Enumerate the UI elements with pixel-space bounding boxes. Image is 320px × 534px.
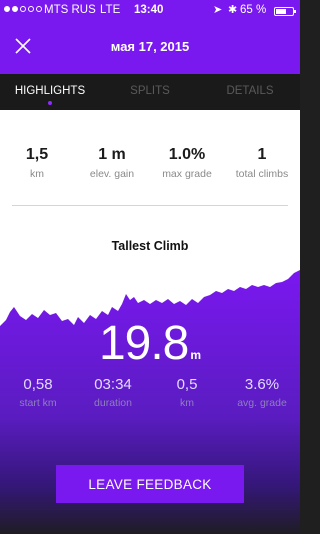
- climb-stat-distance: 0,5 km: [147, 376, 227, 409]
- battery-icon: [274, 7, 296, 16]
- signal-strength-icon: [4, 6, 42, 12]
- highlights-panel: 1,5 km 1 m elev. gain 1.0% max grade 1 t…: [0, 110, 300, 534]
- climb-stat-start: 0,58 start km: [0, 376, 78, 409]
- climb-stat-value: 03:34: [94, 376, 132, 393]
- leave-feedback-button[interactable]: LEAVE FEEDBACK: [56, 465, 244, 503]
- nav-bar: мая 17, 2015: [0, 22, 300, 74]
- tab-label: SPLITS: [130, 85, 170, 97]
- stat-elevation-gain: 1 m elev. gain: [72, 146, 152, 180]
- divider: [12, 205, 288, 206]
- active-tab-indicator: [48, 101, 52, 105]
- climb-stat-value: 3.6%: [244, 376, 280, 393]
- stat-value: 1.0%: [168, 146, 206, 163]
- stat-value: 1 m: [98, 146, 126, 163]
- elevation-unit: m: [190, 348, 202, 362]
- stat-label: total climbs: [235, 168, 289, 180]
- bluetooth-icon: ✱: [228, 4, 238, 16]
- section-title: Tallest Climb: [111, 239, 189, 253]
- climb-stat-label: start km: [19, 397, 57, 409]
- stat-distance: 1,5 km: [0, 146, 77, 180]
- signal-dot: [28, 6, 34, 12]
- carrier-name: MTS RUS: [44, 4, 96, 16]
- climb-stat-label: duration: [94, 397, 132, 409]
- location-arrow-icon: ➤: [213, 4, 223, 16]
- signal-dot: [4, 6, 10, 12]
- signal-dot: [12, 6, 18, 12]
- stat-label: elev. gain: [89, 168, 135, 180]
- climb-stat-label: km: [180, 397, 194, 409]
- battery-fill: [276, 9, 286, 14]
- stat-total-climbs: 1 total climbs: [222, 146, 302, 180]
- climb-stat-grade: 3.6% avg. grade: [222, 376, 302, 409]
- stat-max-grade: 1.0% max grade: [147, 146, 227, 180]
- climb-stat-value: 0,58: [23, 376, 53, 393]
- stat-label: km: [30, 168, 44, 180]
- elevation-value: 19.8: [98, 317, 189, 370]
- stat-value: 1,5: [25, 146, 49, 163]
- tab-details[interactable]: DETAILS: [200, 74, 300, 110]
- climb-stats: 0,58 start km 03:34 duration 0,5 km 3.6%…: [0, 376, 300, 416]
- stat-value: 1: [257, 146, 267, 163]
- stat-label: max grade: [162, 168, 212, 180]
- page-title: мая 17, 2015: [110, 39, 190, 54]
- signal-dot: [20, 6, 26, 12]
- tab-label: DETAILS: [226, 85, 274, 97]
- climb-stat-duration: 03:34 duration: [73, 376, 153, 409]
- signal-dot: [36, 6, 42, 12]
- tab-bar: HIGHLIGHTS SPLITS DETAILS: [0, 74, 300, 110]
- tab-label: HIGHLIGHTS: [14, 85, 86, 97]
- status-bar: MTS RUS LTE 13:40 ➤ ✱ 65 %: [0, 0, 300, 22]
- network-type: LTE: [100, 4, 121, 16]
- battery-percent: 65 %: [240, 4, 267, 16]
- tab-highlights[interactable]: HIGHLIGHTS: [0, 74, 100, 110]
- climb-stat-label: avg. grade: [237, 397, 287, 409]
- climb-elevation: 19.8 m: [0, 316, 300, 371]
- clock: 13:40: [134, 4, 164, 16]
- tab-splits[interactable]: SPLITS: [100, 74, 200, 110]
- summary-stats: 1,5 km 1 m elev. gain 1.0% max grade 1 t…: [0, 146, 300, 186]
- climb-stat-value: 0,5: [176, 376, 198, 393]
